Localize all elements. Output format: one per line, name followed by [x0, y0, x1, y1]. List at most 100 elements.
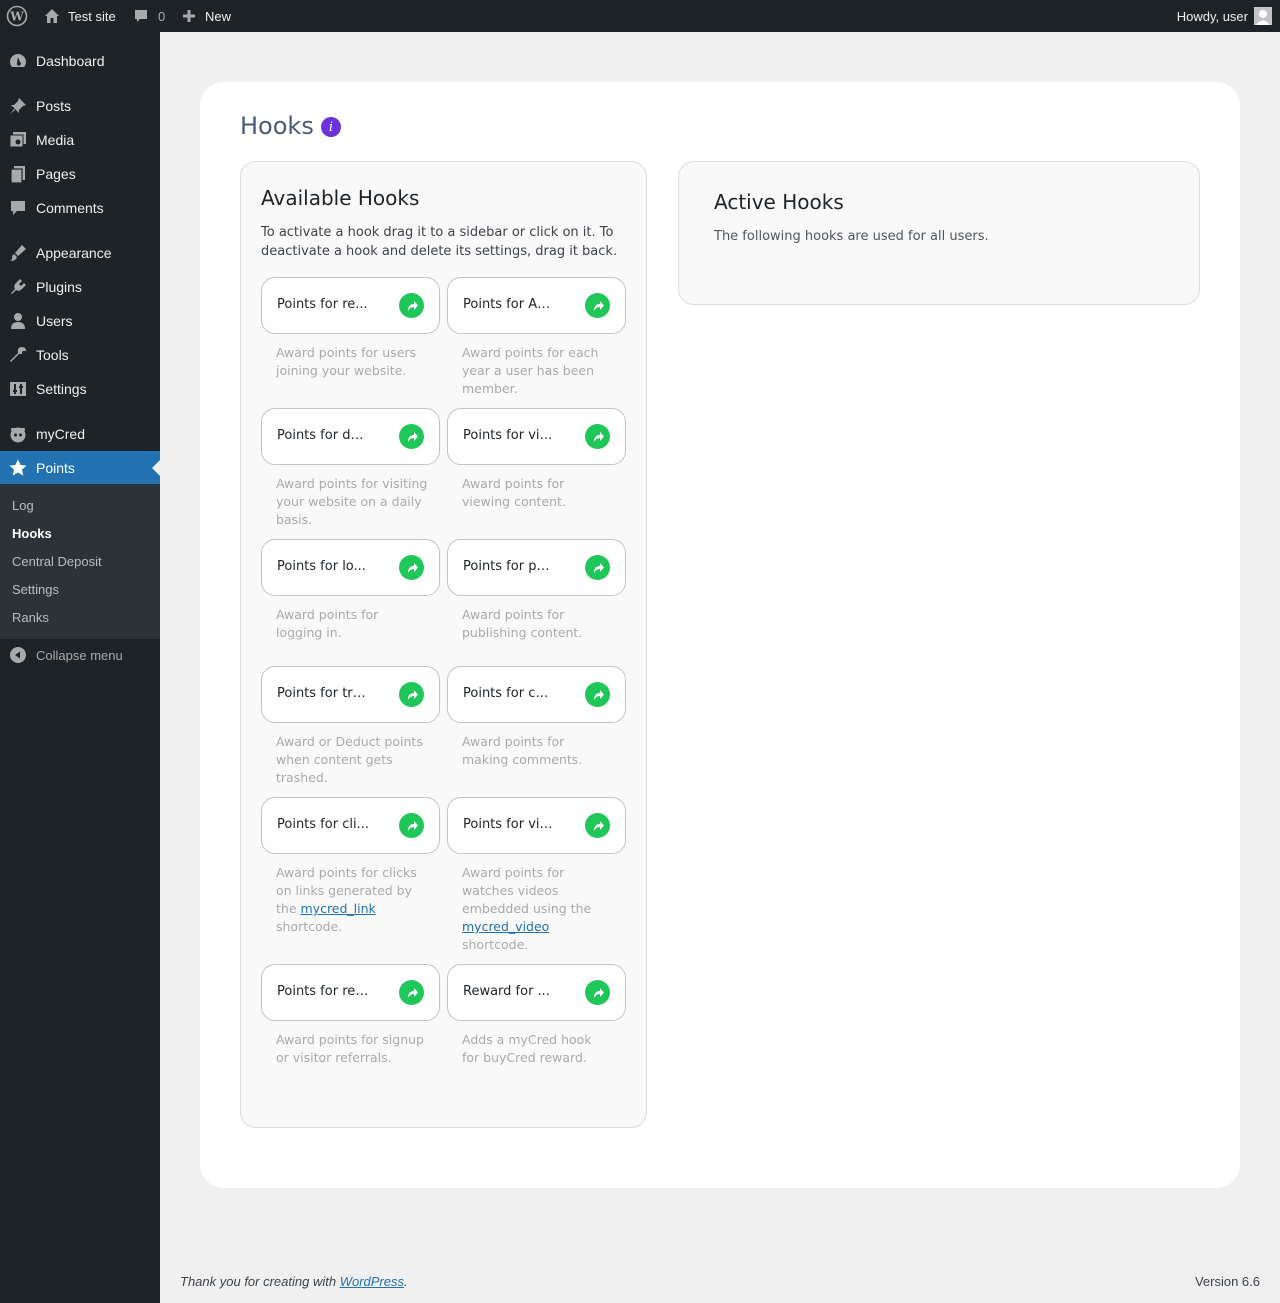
submenu-item-ranks[interactable]: Ranks — [12, 610, 49, 625]
collapse-arrow-icon — [10, 647, 26, 663]
hook-description: Award points for logging in. — [276, 606, 436, 642]
activate-arrow-icon[interactable] — [585, 813, 610, 838]
hook-description-line: Award points for visiting — [276, 476, 428, 491]
new-content-link[interactable]: New — [181, 0, 231, 32]
activate-arrow-icon[interactable] — [399, 555, 424, 580]
hook-description-line: Award points for — [462, 734, 565, 749]
plus-icon — [181, 8, 197, 24]
hook-description-text: Award points for — [462, 865, 565, 880]
activate-arrow-icon[interactable] — [399, 293, 424, 318]
comment-bubble-icon — [133, 8, 149, 24]
hook-description-line: Award or Deduct points — [276, 734, 423, 749]
activate-arrow-icon[interactable] — [585, 424, 610, 449]
star-icon — [8, 458, 28, 478]
submenu-item-log[interactable]: Log — [12, 498, 34, 513]
hook-card-publishing[interactable]: Points for pu... — [447, 539, 626, 596]
sidebar-item-comments[interactable]: Comments — [0, 191, 160, 225]
hook-title: Points for ref... — [277, 984, 369, 999]
hook-card-buycred-reward[interactable]: Reward for ... — [447, 964, 626, 1021]
activate-arrow-icon[interactable] — [585, 682, 610, 707]
site-home-link[interactable]: Test site — [44, 0, 116, 32]
footer-thanks: Thank you for creating with WordPress. — [180, 1274, 408, 1289]
hook-description: Award points for viewing content. — [462, 475, 622, 511]
sidebar-item-label: Settings — [36, 381, 87, 397]
dashboard-icon — [8, 51, 28, 71]
sidebar-item-appearance[interactable]: Appearance — [0, 236, 160, 270]
hook-description-line: year a user has been — [462, 363, 595, 378]
activate-arrow-icon[interactable] — [585, 555, 610, 580]
footer-version: Version 6.6 — [1194, 1274, 1260, 1289]
wordpress-logo-icon[interactable]: W — [6, 0, 28, 32]
hook-description-line: Award points for — [462, 864, 622, 882]
wordpress-link[interactable]: WordPress — [340, 1274, 404, 1289]
sidebar-item-settings[interactable]: Settings — [0, 372, 160, 406]
pin-icon — [8, 96, 28, 116]
hook-description-line: member. — [462, 381, 518, 396]
sidebar-item-mycred[interactable]: myCred — [0, 417, 160, 451]
hook-card-referral[interactable]: Points for ref... — [261, 964, 440, 1021]
hooks-panel: Hooks i Available Hooks To activate a ho… — [200, 82, 1240, 1188]
submenu-item-hooks[interactable]: Hooks — [12, 526, 52, 541]
hook-card-login[interactable]: Points for lo... — [261, 539, 440, 596]
hook-card-video[interactable]: Points for vie... — [447, 797, 626, 854]
hook-title: Points for cli... — [277, 817, 369, 832]
sidebar-item-points[interactable]: Points — [0, 451, 160, 485]
hook-title: Points for tra... — [277, 686, 369, 701]
shortcode-link[interactable]: mycred_link — [301, 901, 376, 916]
active-hooks-title: Active Hooks — [714, 190, 844, 214]
activate-arrow-icon[interactable] — [399, 682, 424, 707]
hook-title: Points for da... — [277, 428, 369, 443]
home-icon — [44, 8, 60, 24]
activate-arrow-icon[interactable] — [585, 980, 610, 1005]
hook-card-anniversary[interactable]: Points for An... — [447, 277, 626, 334]
hook-card-link-click[interactable]: Points for cli... — [261, 797, 440, 854]
hook-card-daily-visit[interactable]: Points for da... — [261, 408, 440, 465]
sidebar-item-tools[interactable]: Tools — [0, 338, 160, 372]
info-icon[interactable]: i — [321, 117, 341, 137]
submenu-item-central-deposit[interactable]: Central Deposit — [12, 554, 102, 569]
hook-description: Award or Deduct points when content gets t… — [276, 733, 436, 787]
hook-description-line: when content gets — [276, 752, 393, 767]
activate-arrow-icon[interactable] — [399, 813, 424, 838]
footer-thanks-text: Thank you for creating with — [180, 1274, 340, 1289]
activate-arrow-icon[interactable] — [585, 293, 610, 318]
hook-card-registration[interactable]: Points for re... — [261, 277, 440, 334]
hook-description-text: Award points for clicks — [276, 865, 417, 880]
admin-sidebar: Dashboard Posts Media Pages Comments App… — [0, 32, 160, 1303]
sidebar-item-dashboard[interactable]: Dashboard — [0, 44, 160, 78]
hook-description-line: joining your website. — [276, 363, 407, 378]
hook-description-line: your website on a daily — [276, 494, 422, 509]
hook-description-line: making comments. — [462, 752, 583, 767]
sidebar-item-users[interactable]: Users — [0, 304, 160, 338]
sidebar-item-media[interactable]: Media — [0, 123, 160, 157]
user-account-link[interactable]: Howdy, user — [1177, 0, 1272, 32]
sidebar-item-plugins[interactable]: Plugins — [0, 270, 160, 304]
submenu-item-settings[interactable]: Settings — [12, 582, 59, 597]
hook-description-line: publishing content. — [462, 625, 583, 640]
activate-arrow-icon[interactable] — [399, 424, 424, 449]
footer-thanks-period: . — [404, 1274, 408, 1289]
hook-card-comments[interactable]: Points for co... — [447, 666, 626, 723]
available-hooks-title: Available Hooks — [261, 186, 420, 210]
hook-card-view-content[interactable]: Points for vie... — [447, 408, 626, 465]
sidebar-item-pages[interactable]: Pages — [0, 157, 160, 191]
hook-description-line: shortcode. — [462, 937, 529, 952]
activate-arrow-icon[interactable] — [399, 980, 424, 1005]
active-hooks-box[interactable]: Active Hooks The following hooks are use… — [678, 161, 1200, 305]
active-hooks-description: The following hooks are used for all use… — [714, 229, 989, 244]
hook-description: Award points for clicks on links generate… — [276, 864, 436, 936]
new-label: New — [205, 8, 232, 24]
hook-description-line: Adds a myCred hook — [462, 1032, 592, 1047]
hook-description-line: Award points for — [462, 607, 565, 622]
shortcode-link[interactable]: mycred_video — [462, 919, 549, 934]
collapse-menu-button[interactable]: Collapse menu — [0, 644, 160, 666]
sidebar-item-label: Media — [36, 132, 75, 148]
howdy-text: Howdy, user — [1176, 8, 1248, 24]
hook-card-trash[interactable]: Points for tra... — [261, 666, 440, 723]
comment-icon — [8, 198, 28, 218]
hook-description-line: embedded using the — [462, 900, 622, 918]
comments-link[interactable]: 0 — [133, 0, 165, 32]
hook-description-line: Award points for signup — [276, 1032, 424, 1047]
hook-description-line: watches videos — [462, 882, 622, 900]
sidebar-item-posts[interactable]: Posts — [0, 89, 160, 123]
